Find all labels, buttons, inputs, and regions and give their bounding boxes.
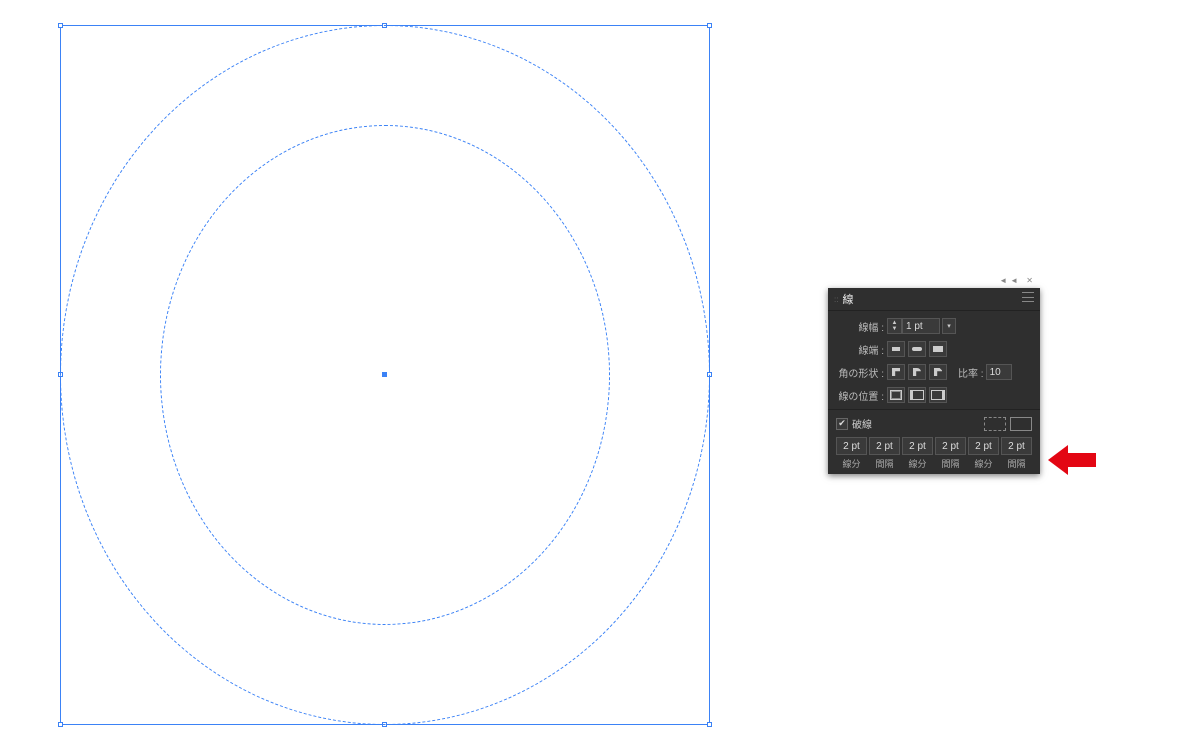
dash-value-2[interactable]: 2 pt [869,437,900,455]
stroke-corner-row: 角の形状 : 比率 : 10 [836,363,1032,381]
dash-lbl-3: 線分 [902,457,933,470]
selection-center-point [382,372,387,377]
resize-handle-bottom-right[interactable] [707,722,712,727]
stroke-weight-stepper[interactable]: ▲▼ [887,318,902,334]
dashed-line-row: ✔ 破線 [836,416,1032,431]
cap-butt-button[interactable] [887,341,905,357]
panel-divider [828,409,1040,410]
align-stroke-inside-button[interactable] [908,387,926,403]
dash-pattern-labels: 線分 間隔 線分 間隔 線分 間隔 [836,457,1032,470]
dash-value-4[interactable]: 2 pt [935,437,966,455]
panel-menu-icon[interactable] [1022,292,1034,302]
stroke-weight-input[interactable]: 1 pt [902,318,940,334]
dash-lbl-5: 線分 [968,457,999,470]
panel-titlebar[interactable]: ◄◄ ✕ :: 線 [828,288,1040,311]
align-stroke-outside-button[interactable] [929,387,947,403]
stroke-weight-row: 線幅 : ▲▼ 1 pt ▾ [836,317,1032,335]
corner-bevel-button[interactable] [929,364,947,380]
corner-miter-button[interactable] [887,364,905,380]
miter-limit-label: 比率 : [958,365,984,380]
stroke-weight-label: 線幅 : [836,319,884,334]
dash-value-3[interactable]: 2 pt [902,437,933,455]
stroke-panel[interactable]: ◄◄ ✕ :: 線 線幅 : ▲▼ 1 pt ▾ 線端 : 角の形状 : 比率 … [828,288,1040,474]
stroke-align-row: 線の位置 : [836,386,1032,404]
dash-lbl-4: 間隔 [935,457,966,470]
dash-lbl-6: 間隔 [1001,457,1032,470]
stroke-cap-row: 線端 : [836,340,1032,358]
panel-window-controls[interactable]: ◄◄ ✕ [999,276,1036,285]
stroke-corner-label: 角の形状 : [836,365,884,380]
dash-value-6[interactable]: 2 pt [1001,437,1032,455]
resize-handle-top-left[interactable] [58,23,63,28]
panel-title: 線 [842,291,853,307]
cap-round-button[interactable] [908,341,926,357]
panel-body: 線幅 : ▲▼ 1 pt ▾ 線端 : 角の形状 : 比率 : 10 線の位置 … [828,311,1040,474]
dash-value-1[interactable]: 2 pt [836,437,867,455]
dash-pattern-inputs: 2 pt 2 pt 2 pt 2 pt 2 pt 2 pt [836,437,1032,455]
dash-align-preserve-button[interactable] [984,417,1006,431]
miter-limit-input[interactable]: 10 [986,364,1012,380]
corner-round-button[interactable] [908,364,926,380]
dash-lbl-1: 線分 [836,457,867,470]
panel-drag-handle-icon[interactable]: :: [834,295,838,304]
stroke-weight-dropdown-icon[interactable]: ▾ [942,318,956,334]
align-stroke-center-button[interactable] [887,387,905,403]
cap-projecting-button[interactable] [929,341,947,357]
dash-value-5[interactable]: 2 pt [968,437,999,455]
dashed-line-checkbox[interactable]: ✔ [836,418,848,430]
stroke-cap-label: 線端 : [836,342,884,357]
resize-handle-top-right[interactable] [707,23,712,28]
dash-align-corners-button[interactable] [1010,417,1032,431]
dashed-line-label: 破線 [852,416,872,431]
stroke-align-label: 線の位置 : [836,388,884,403]
annotation-arrow-icon [1048,445,1096,475]
dash-lbl-2: 間隔 [869,457,900,470]
resize-handle-bottom-left[interactable] [58,722,63,727]
artboard-selection[interactable] [60,25,710,725]
